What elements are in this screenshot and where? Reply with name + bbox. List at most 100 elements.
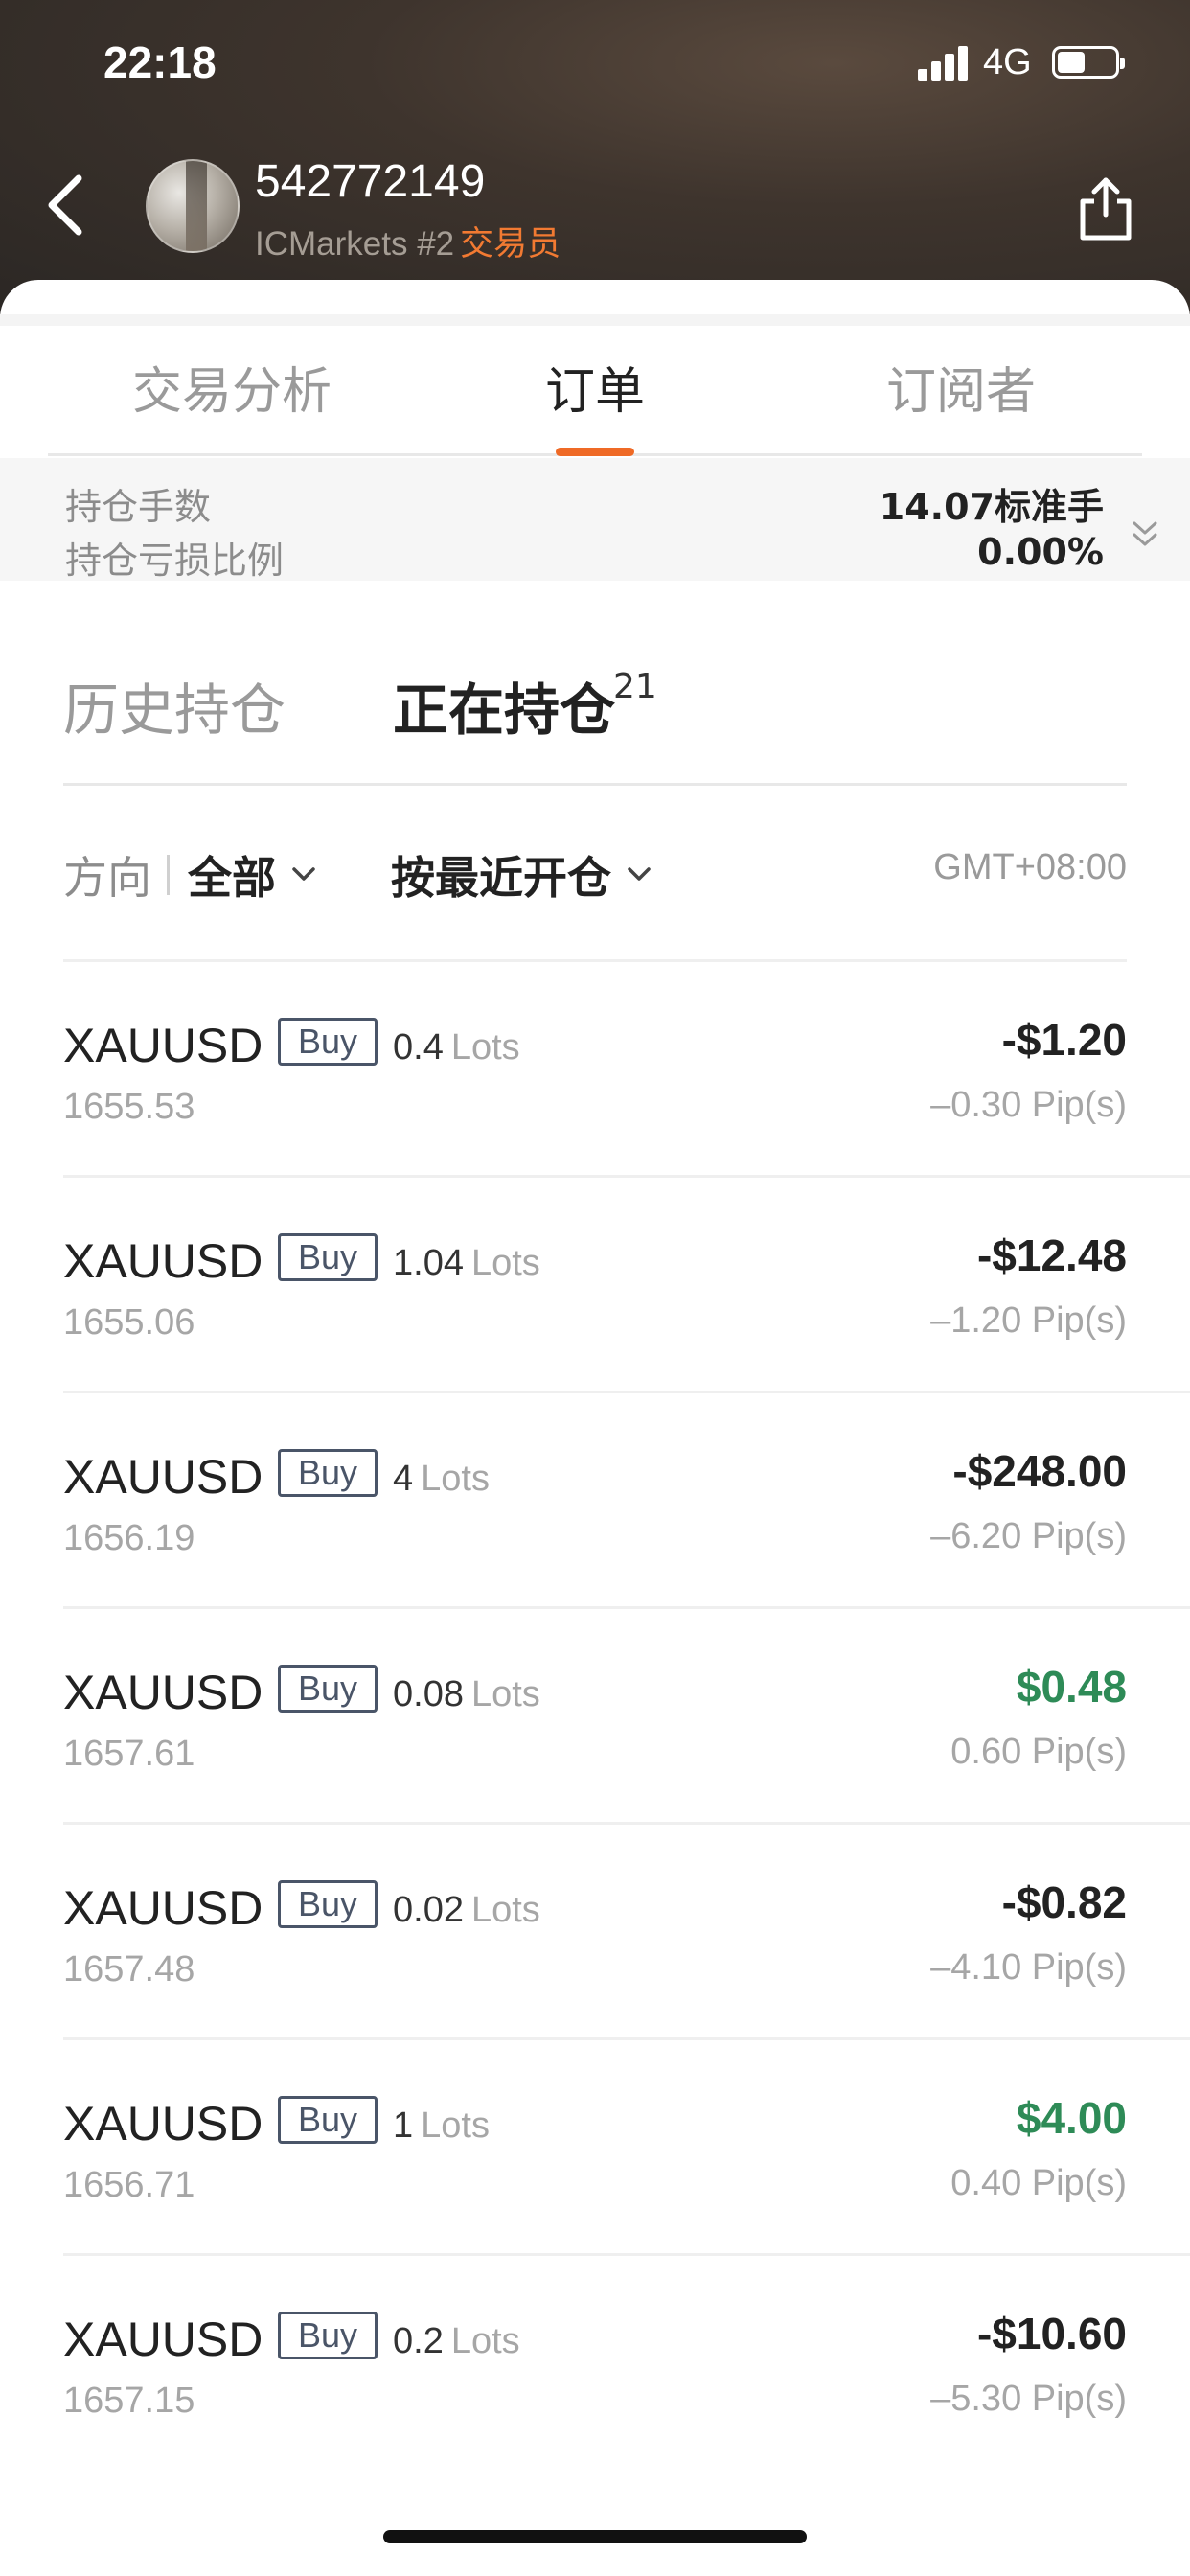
signal-icon xyxy=(918,44,972,80)
broker-line: ICMarkets #2 交易员 xyxy=(255,217,561,265)
side-badge: Buy xyxy=(278,1018,378,1066)
pips: –5.30 Pip(s) xyxy=(930,2379,1127,2419)
user-id: 542772149 xyxy=(255,156,486,207)
double-chevron-down-icon[interactable] xyxy=(1131,518,1159,552)
side-badge: Buy xyxy=(278,2312,378,2359)
lots-unit: Lots xyxy=(421,2105,490,2146)
order-row[interactable]: XAUUSD Buy 0.02 Lots 1657.48 -$0.82 –4.10… xyxy=(63,1825,1190,2040)
lots-value: 1 xyxy=(393,2105,414,2146)
tab-subscribers[interactable]: 订阅者 xyxy=(886,351,1036,423)
side-badge: Buy xyxy=(278,1449,378,1497)
pips: –1.20 Pip(s) xyxy=(930,1300,1127,1341)
share-button[interactable] xyxy=(1075,171,1136,243)
symbol: XAUUSD xyxy=(63,1881,263,1935)
position-summary[interactable]: 持仓手数 14.07标准手 持仓亏损比例 0.00% xyxy=(0,458,1190,582)
pips: –4.10 Pip(s) xyxy=(930,1947,1127,1988)
profit-loss: -$0.82 xyxy=(1001,1877,1127,1927)
open-price: 1655.53 xyxy=(63,1087,195,1127)
open-price: 1656.71 xyxy=(63,2165,195,2205)
side-badge: Buy xyxy=(278,1665,378,1713)
open-price: 1655.06 xyxy=(63,1302,195,1343)
lots: 1 Lots xyxy=(393,2105,490,2147)
card-top-band xyxy=(0,314,1190,326)
symbol: XAUUSD xyxy=(63,2097,263,2150)
order-row[interactable]: XAUUSD Buy 0.08 Lots 1657.61 $0.48 0.60 P… xyxy=(63,1609,1190,1825)
timezone-label: GMT+08:00 xyxy=(933,847,1127,887)
lots-value: 0.08 xyxy=(393,1674,464,1714)
open-count-badge: 21 xyxy=(613,667,657,706)
lots-unit: Lots xyxy=(450,1027,520,1068)
lots: 0.2 Lots xyxy=(393,2321,520,2362)
lots-value: 0.4 xyxy=(393,1027,444,1068)
lots-value: 1.04 xyxy=(393,1243,464,1283)
active-tab-indicator xyxy=(556,448,634,456)
lots-unit: Lots xyxy=(470,1243,540,1283)
tab-open-positions[interactable]: 正在持仓 xyxy=(393,665,615,746)
side-badge: Buy xyxy=(278,2096,378,2144)
pips: 0.60 Pip(s) xyxy=(950,1732,1127,1772)
pips: –6.20 Pip(s) xyxy=(930,1516,1127,1556)
open-price: 1656.19 xyxy=(63,1518,195,1558)
profit-loss: -$10.60 xyxy=(976,2309,1127,2358)
order-row[interactable]: XAUUSD Buy 1 Lots 1656.71 $4.00 0.40 Pip(… xyxy=(63,2040,1190,2256)
back-button[interactable] xyxy=(38,165,96,245)
content-card: 交易分析 订单 订阅者 持仓手数 14.07标准手 持仓亏损比例 0.00% 历… xyxy=(0,280,1190,2576)
open-price: 1657.15 xyxy=(63,2380,195,2421)
tab-orders[interactable]: 订单 xyxy=(545,351,645,423)
lots: 0.4 Lots xyxy=(393,1027,520,1069)
lots: 0.08 Lots xyxy=(393,1674,540,1715)
lots: 0.02 Lots xyxy=(393,1890,540,1931)
symbol: XAUUSD xyxy=(63,1450,263,1504)
order-row[interactable]: XAUUSD Buy 0.2 Lots 1657.15 -$10.60 –5.30… xyxy=(63,2256,1190,2472)
main-tabs: 交易分析 订单 订阅者 xyxy=(48,326,1142,456)
app-screen: 22:18 4G 542772149 ICMarkets #2 交易员 交易分析… xyxy=(0,0,1190,2576)
open-price: 1657.48 xyxy=(63,1949,195,1990)
lots: 1.04 Lots xyxy=(393,1243,540,1284)
symbol: XAUUSD xyxy=(63,1666,263,1719)
symbol: XAUUSD xyxy=(63,1019,263,1072)
network-type: 4G xyxy=(983,42,1032,82)
lots-label: 持仓手数 xyxy=(65,486,212,528)
share-icon xyxy=(1080,177,1132,241)
profit-loss: -$1.20 xyxy=(1001,1015,1127,1065)
lots-value: 14.07标准手 xyxy=(879,486,1104,528)
status-time: 22:18 xyxy=(103,37,217,87)
order-row[interactable]: XAUUSD Buy 4 Lots 1656.19 -$248.00 –6.20 … xyxy=(63,1393,1190,1609)
open-price: 1657.61 xyxy=(63,1734,195,1774)
status-bar: 22:18 4G xyxy=(0,0,1190,125)
lots-unit: Lots xyxy=(470,1890,540,1930)
lots-unit: Lots xyxy=(470,1674,540,1714)
order-row[interactable]: XAUUSD Buy 1.04 Lots 1655.06 -$12.48 –1.2… xyxy=(63,1178,1190,1393)
profile-header: 22:18 4G 542772149 ICMarkets #2 交易员 xyxy=(0,0,1190,316)
loss-ratio-value: 0.00% xyxy=(977,531,1104,573)
lots-value: 4 xyxy=(393,1459,414,1499)
lots-unit: Lots xyxy=(421,1459,490,1499)
chevron-left-icon xyxy=(48,174,82,236)
lots-unit: Lots xyxy=(450,2321,520,2361)
tab-analysis[interactable]: 交易分析 xyxy=(132,351,332,423)
pips: 0.40 Pip(s) xyxy=(950,2163,1127,2203)
avatar[interactable] xyxy=(146,159,240,253)
home-indicator xyxy=(383,2530,807,2543)
lots-value: 0.02 xyxy=(393,1890,464,1930)
tab-history-positions[interactable]: 历史持仓 xyxy=(63,665,286,746)
profit-loss: $4.00 xyxy=(1016,2093,1127,2143)
filter-row: 方向 全部 按最近开仓 GMT+08:00 xyxy=(63,786,1127,962)
symbol: XAUUSD xyxy=(63,1234,263,1288)
broker-name: ICMarkets #2 xyxy=(255,225,455,263)
profit-loss: $0.48 xyxy=(1016,1662,1127,1712)
direction-filter[interactable]: 全部 xyxy=(188,843,276,907)
role-tag: 交易员 xyxy=(460,225,561,263)
direction-label: 方向 xyxy=(63,852,151,904)
symbol: XAUUSD xyxy=(63,2312,263,2366)
profit-loss: -$248.00 xyxy=(952,1446,1127,1496)
side-badge: Buy xyxy=(278,1233,378,1281)
sort-filter[interactable]: 按最近开仓 xyxy=(391,843,611,907)
profit-loss: -$12.48 xyxy=(976,1230,1127,1280)
battery-icon xyxy=(1052,46,1125,79)
order-row[interactable]: XAUUSD Buy 0.4 Lots 1655.53 -$1.20 –0.30 … xyxy=(63,962,1190,1178)
pips: –0.30 Pip(s) xyxy=(930,1085,1127,1125)
chevron-down-icon[interactable] xyxy=(291,866,316,884)
chevron-down-icon[interactable] xyxy=(627,866,652,884)
nav-row: 542772149 ICMarkets #2 交易员 xyxy=(0,144,1190,268)
